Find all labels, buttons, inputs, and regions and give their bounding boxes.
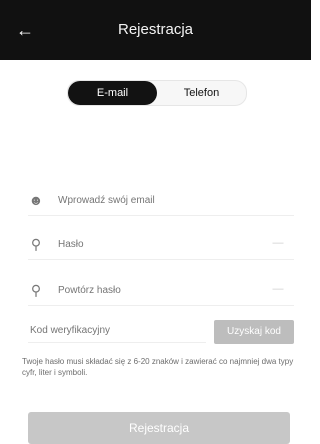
confirm-password-field-row: ⚲ — bbox=[28, 275, 294, 306]
email-field-row: ☻ bbox=[28, 185, 294, 216]
user-icon: ☻ bbox=[28, 192, 44, 208]
tab-email[interactable]: E-mail bbox=[68, 81, 157, 105]
get-code-button[interactable]: Uzyskaj kod bbox=[214, 320, 294, 344]
registration-method-toggle: E-mail Telefon bbox=[67, 80, 247, 106]
eye-icon[interactable]: — bbox=[272, 237, 284, 249]
confirm-password-input[interactable] bbox=[56, 282, 280, 300]
password-hint-text: Twoje hasło musi składać się z 6-20 znak… bbox=[22, 357, 294, 377]
page-title: Rejestracja bbox=[117, 21, 194, 38]
password-field-row: ⚲ — bbox=[28, 229, 294, 260]
top-bar: ← Rejestracja bbox=[0, 0, 311, 60]
key-icon: ⚲ bbox=[30, 236, 42, 252]
verification-code-row bbox=[28, 318, 210, 343]
verification-code-input[interactable] bbox=[28, 322, 210, 340]
register-button[interactable]: Rejestracja bbox=[28, 412, 290, 444]
password-input[interactable] bbox=[56, 236, 280, 254]
tab-phone[interactable]: Telefon bbox=[157, 81, 246, 105]
key-icon: ⚲ bbox=[30, 282, 42, 298]
eye-icon[interactable]: — bbox=[272, 283, 284, 295]
email-input[interactable] bbox=[56, 192, 280, 210]
